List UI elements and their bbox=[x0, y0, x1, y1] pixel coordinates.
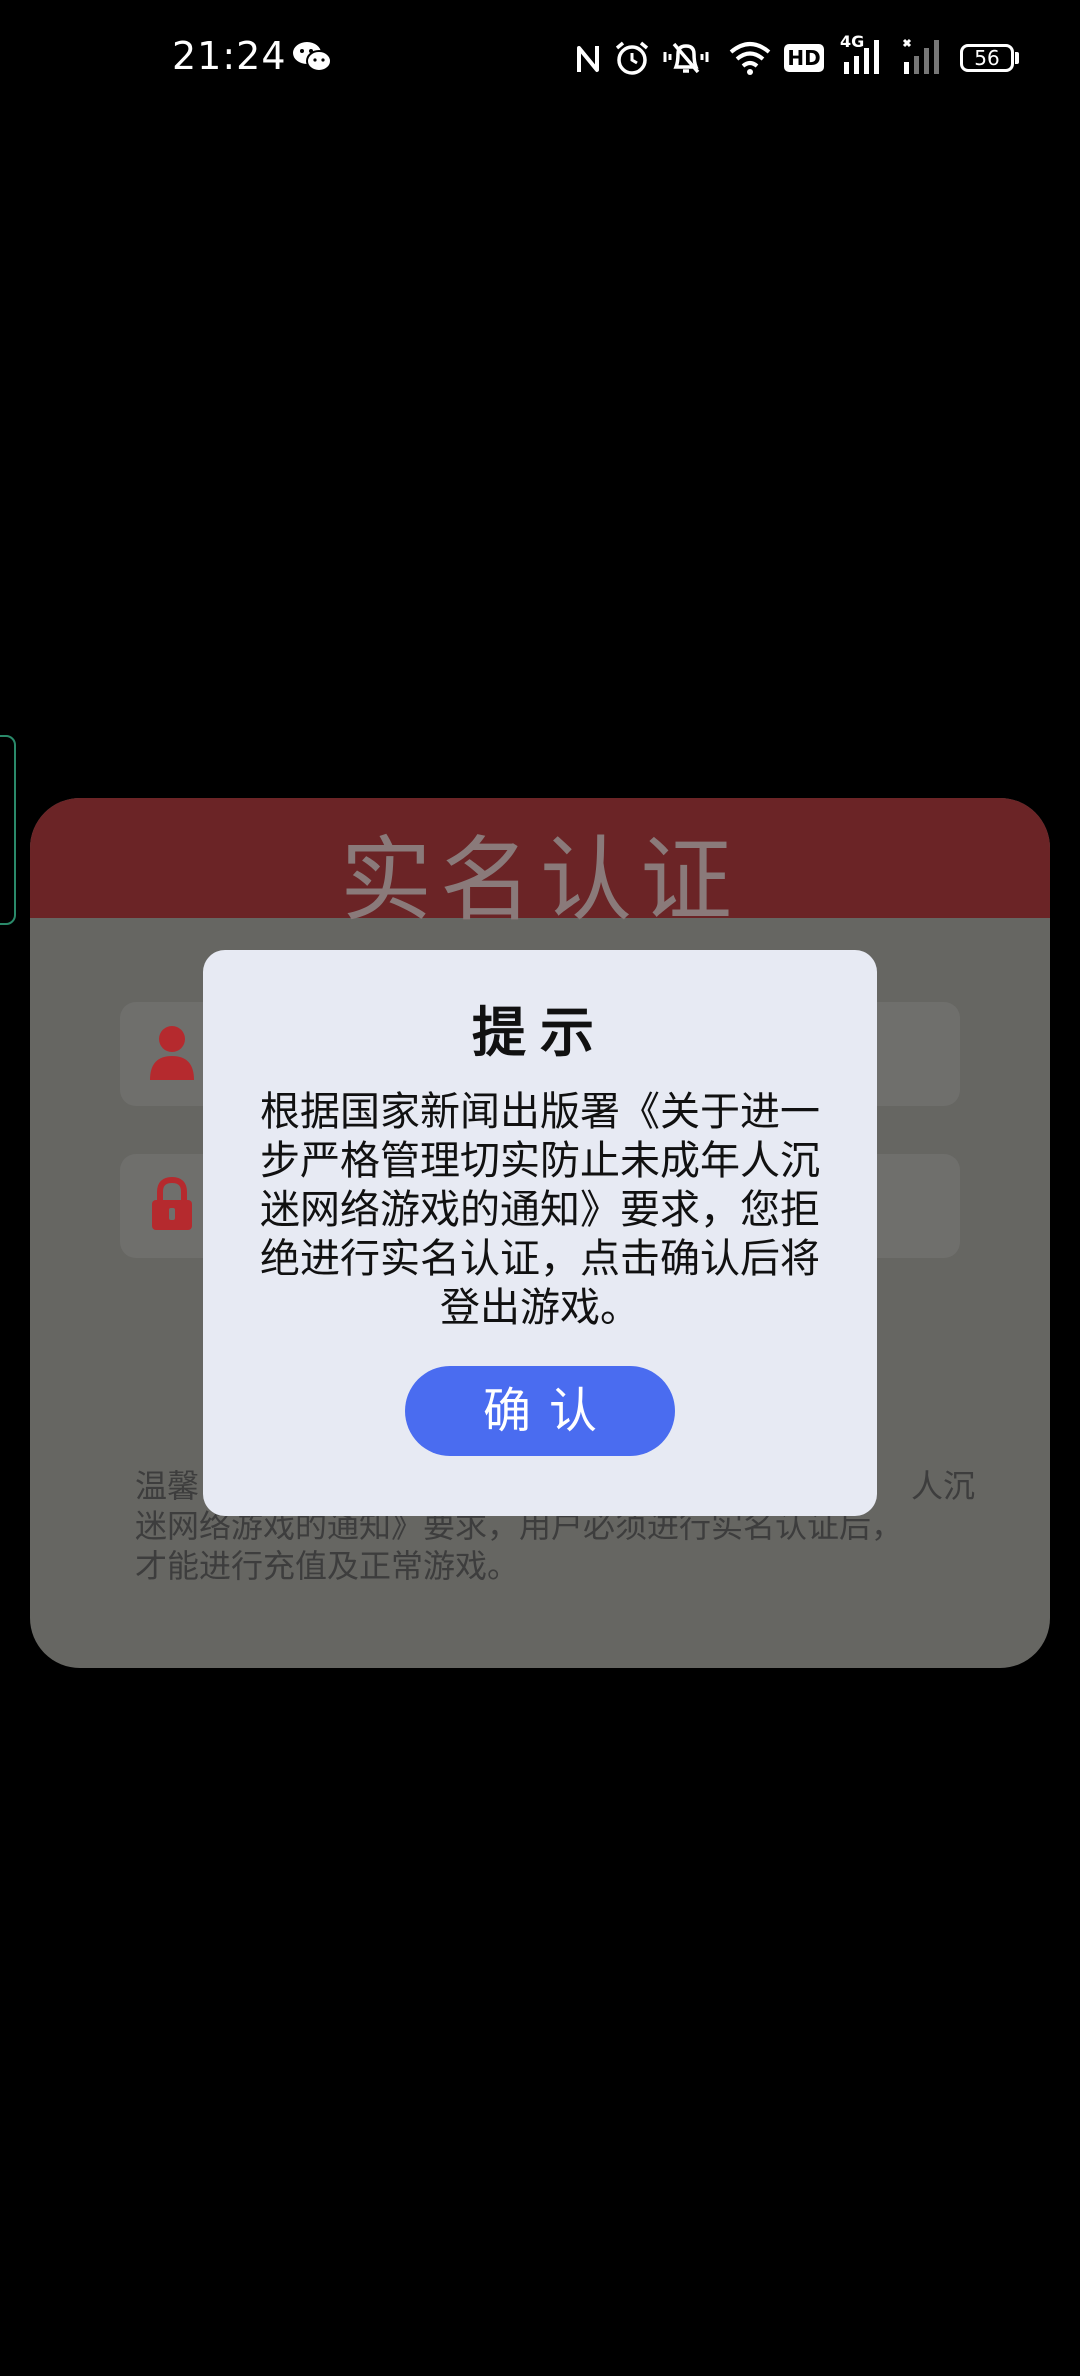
status-time: 21:24 bbox=[172, 34, 287, 78]
battery-tip bbox=[1015, 52, 1019, 64]
hd-label: HD bbox=[787, 46, 821, 70]
signal-2-icon bbox=[902, 38, 939, 74]
nfc-icon bbox=[577, 46, 599, 72]
battery-icon: 56 bbox=[960, 44, 1014, 72]
user-icon bbox=[150, 1026, 194, 1080]
alarm-icon bbox=[615, 41, 649, 75]
verify-card-title: 实名认证 bbox=[339, 827, 740, 934]
floating-edge-handle[interactable] bbox=[0, 735, 16, 925]
prompt-dialog: 提示 根据国家新闻出版署《关于进一步严格管理切实防止未成年人沉迷网络游戏的通知》… bbox=[203, 950, 877, 1516]
lock-icon bbox=[152, 1176, 192, 1230]
dialog-message: 根据国家新闻出版署《关于进一步严格管理切实防止未成年人沉迷网络游戏的通知》要求，… bbox=[260, 1089, 820, 1331]
dialog-title: 提示 bbox=[472, 1001, 608, 1064]
silent-bell-icon bbox=[663, 42, 709, 74]
confirm-button[interactable]: 确认 bbox=[405, 1366, 675, 1456]
status-bar: 21:24 HD 4G 56 bbox=[0, 0, 1080, 120]
battery-level: 56 bbox=[974, 46, 1000, 70]
wechat-icon bbox=[293, 42, 332, 72]
wifi-icon bbox=[729, 42, 771, 75]
signal-4g-icon: 4G bbox=[840, 32, 886, 76]
hd-icon: HD bbox=[784, 44, 824, 72]
screen: 21:24 HD 4G 56 实名认证 温馨 人沉 迷网络游戏的通知》要求，用户… bbox=[0, 0, 1080, 2376]
